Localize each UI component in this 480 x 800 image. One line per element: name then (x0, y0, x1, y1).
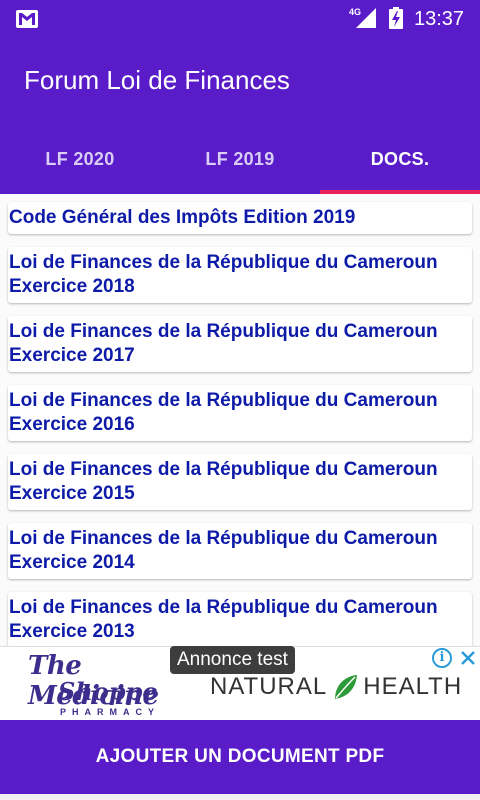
tab-lf-2020[interactable]: LF 2020 (0, 124, 160, 194)
tab-bar: LF 2020 LF 2019 DOCS. (0, 124, 480, 194)
leaf-icon (335, 675, 358, 699)
tab-lf-2019[interactable]: LF 2019 (160, 124, 320, 194)
add-pdf-document-button[interactable]: AJOUTER UN DOCUMENT PDF (0, 720, 480, 794)
document-title: Loi de Finances de la République du Came… (9, 252, 438, 297)
medicine-shoppe-logo: The Medicine Shoppe PHARMACY (28, 651, 178, 717)
ad-brand2-left: NATURAL (210, 673, 328, 700)
status-time: 13:37 (414, 8, 465, 30)
app-bar: Forum Loi de Finances (0, 38, 480, 124)
status-bar: 4G 13:37 (0, 0, 480, 38)
document-item[interactable]: Loi de Finances de la République du Came… (8, 247, 472, 303)
close-icon[interactable] (458, 648, 478, 668)
bottom-strip (0, 794, 480, 800)
signal-icon (356, 8, 376, 28)
app-title: Forum Loi de Finances (24, 65, 290, 95)
document-item[interactable]: Loi de Finances de la République du Came… (8, 523, 472, 579)
document-item[interactable]: Code Général des Impôts Edition 2019 (8, 202, 472, 234)
document-item[interactable]: Loi de Finances de la République du Came… (8, 316, 472, 372)
document-item[interactable]: Loi de Finances de la République du Came… (8, 592, 472, 646)
info-icon[interactable]: i (432, 648, 452, 668)
natural-health-logo: NATURAL HEALTH (210, 673, 462, 701)
document-title: Code Général des Impôts Edition 2019 (9, 207, 356, 228)
tab-docs[interactable]: DOCS. (320, 124, 480, 194)
gmail-icon (16, 10, 38, 28)
document-title: Loi de Finances de la République du Came… (9, 390, 438, 435)
document-title: Loi de Finances de la République du Came… (9, 321, 438, 366)
document-list[interactable]: Code Général des Impôts Edition 2019 Loi… (0, 194, 480, 646)
document-title: Loi de Finances de la République du Came… (9, 528, 438, 573)
ad-brand1-line3: PHARMACY (60, 707, 161, 717)
document-item[interactable]: Loi de Finances de la République du Came… (8, 454, 472, 510)
ad-label: Annonce test (170, 646, 295, 674)
document-title: Loi de Finances de la République du Came… (9, 459, 438, 504)
document-title: Loi de Finances de la République du Came… (9, 597, 438, 642)
ad-brand2-right: HEALTH (363, 673, 463, 700)
battery-charging-icon (389, 7, 403, 29)
document-item[interactable]: Loi de Finances de la République du Came… (8, 385, 472, 441)
ad-brand1-line2: Shoppe (58, 677, 158, 706)
